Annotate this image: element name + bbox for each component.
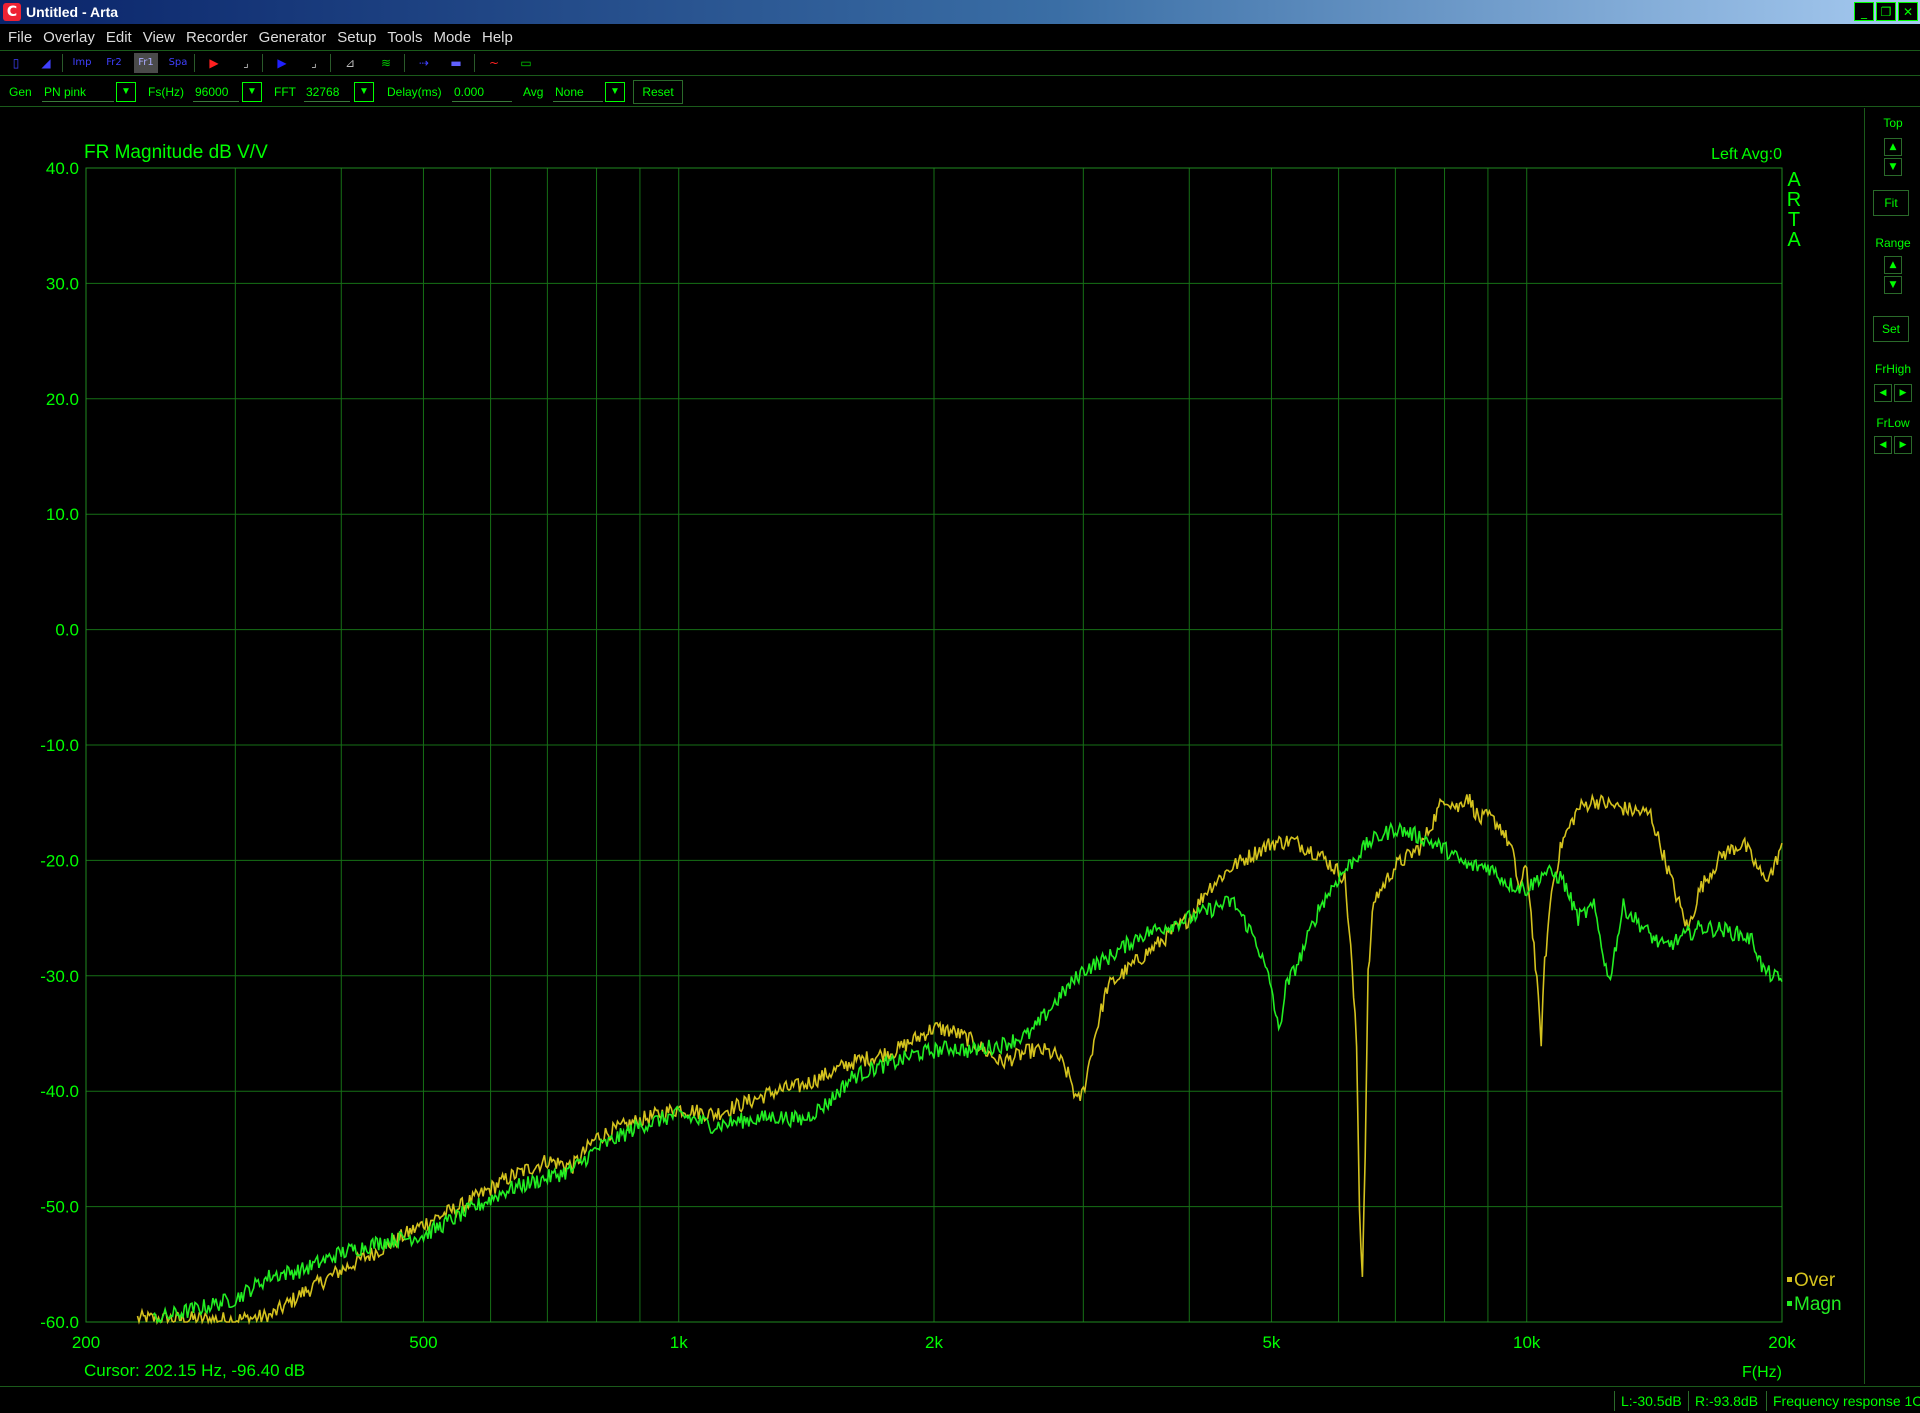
frhigh-right-button[interactable]: ▶ [1894,384,1912,402]
y-tick-label: -30.0 [40,967,79,986]
chart-curves [136,792,1783,1326]
y-tick-label: 40.0 [46,159,79,178]
y-tick-label: 0.0 [55,621,79,640]
frlow-label: FrLow [1876,416,1910,430]
x-tick-label: 10k [1513,1333,1541,1352]
restore-button[interactable]: ❐ [1876,2,1896,21]
frhigh-left-button[interactable]: ◀ [1874,384,1892,402]
x-tick-label: 20k [1768,1333,1796,1352]
y-tick-label: 20.0 [46,390,79,409]
legend-swatch-magn [1787,1301,1792,1306]
close-button[interactable]: ✕ [1898,2,1918,21]
series-line-magn [152,821,1783,1324]
range-up-button[interactable]: ▲ [1884,256,1902,274]
arta-brand: ARTA [1787,169,1802,251]
x-tick-label: 500 [409,1333,437,1352]
frlow-left-button[interactable]: ◀ [1874,436,1892,454]
cursor-readout: Cursor: 202.15 Hz, -96.40 dB [84,1361,305,1380]
y-tick-label: 30.0 [46,274,79,293]
frhigh-label: FrHigh [1874,362,1911,376]
set-button[interactable]: Set [1873,316,1909,342]
y-tick-label: -60.0 [40,1313,79,1332]
legend-label-magn: Magn [1794,1294,1842,1315]
brand-letter: A [1787,169,1801,191]
left-level-status: L:-30.5dB [1614,1391,1686,1411]
range-label: Range [1875,236,1911,250]
chart-title: FR Magnitude dB V/V [84,142,268,163]
x-tick-label: 5k [1262,1333,1280,1352]
x-axis-label: F(Hz) [1742,1364,1782,1381]
brand-letter: A [1787,229,1801,251]
frequency-response-chart[interactable]: 40.0 30.0 20.0 10.0 0.0 -10.0 -20.0 -30.0 -40.0 -… [0,0,1860,1386]
x-tick-label: 2k [925,1333,943,1352]
top-up-button[interactable]: ▲ [1884,138,1902,156]
top-label: Top [1883,116,1903,130]
brand-letter: R [1787,189,1801,211]
fit-button[interactable]: Fit [1873,190,1909,216]
legend-label-over: Over [1794,1270,1836,1291]
y-tick-label: 10.0 [46,505,79,524]
right-level-status: R:-93.8dB [1688,1391,1764,1411]
channel-info: Left Avg:0 [1711,146,1782,163]
y-tick-label: -10.0 [40,736,79,755]
mode-status: Frequency response 1Ch [1766,1391,1920,1411]
range-down-button[interactable]: ▼ [1884,276,1902,294]
axis-ticks: 40.0 30.0 20.0 10.0 0.0 -10.0 -20.0 -30.0 -40.0 -… [40,159,1796,1352]
status-bar: L:-30.5dB R:-93.8dB Frequency response 1… [0,1386,1920,1413]
brand-letter: T [1788,209,1800,231]
x-tick-label: 1k [670,1333,688,1352]
frlow-right-button[interactable]: ▶ [1894,436,1912,454]
x-tick-label: 200 [72,1333,100,1352]
top-down-button[interactable]: ▼ [1884,158,1902,176]
scale-panel: Top ▲ ▼ Fit Range ▲ ▼ Set FrHigh ◀ ▶ FrL… [1864,108,1920,1384]
y-tick-label: -20.0 [40,851,79,870]
y-tick-label: -50.0 [40,1198,79,1217]
chart-grid [86,168,1782,1322]
y-tick-label: -40.0 [40,1082,79,1101]
legend-swatch-over [1787,1277,1792,1282]
chart-legend: Over Magn [1787,1270,1842,1315]
